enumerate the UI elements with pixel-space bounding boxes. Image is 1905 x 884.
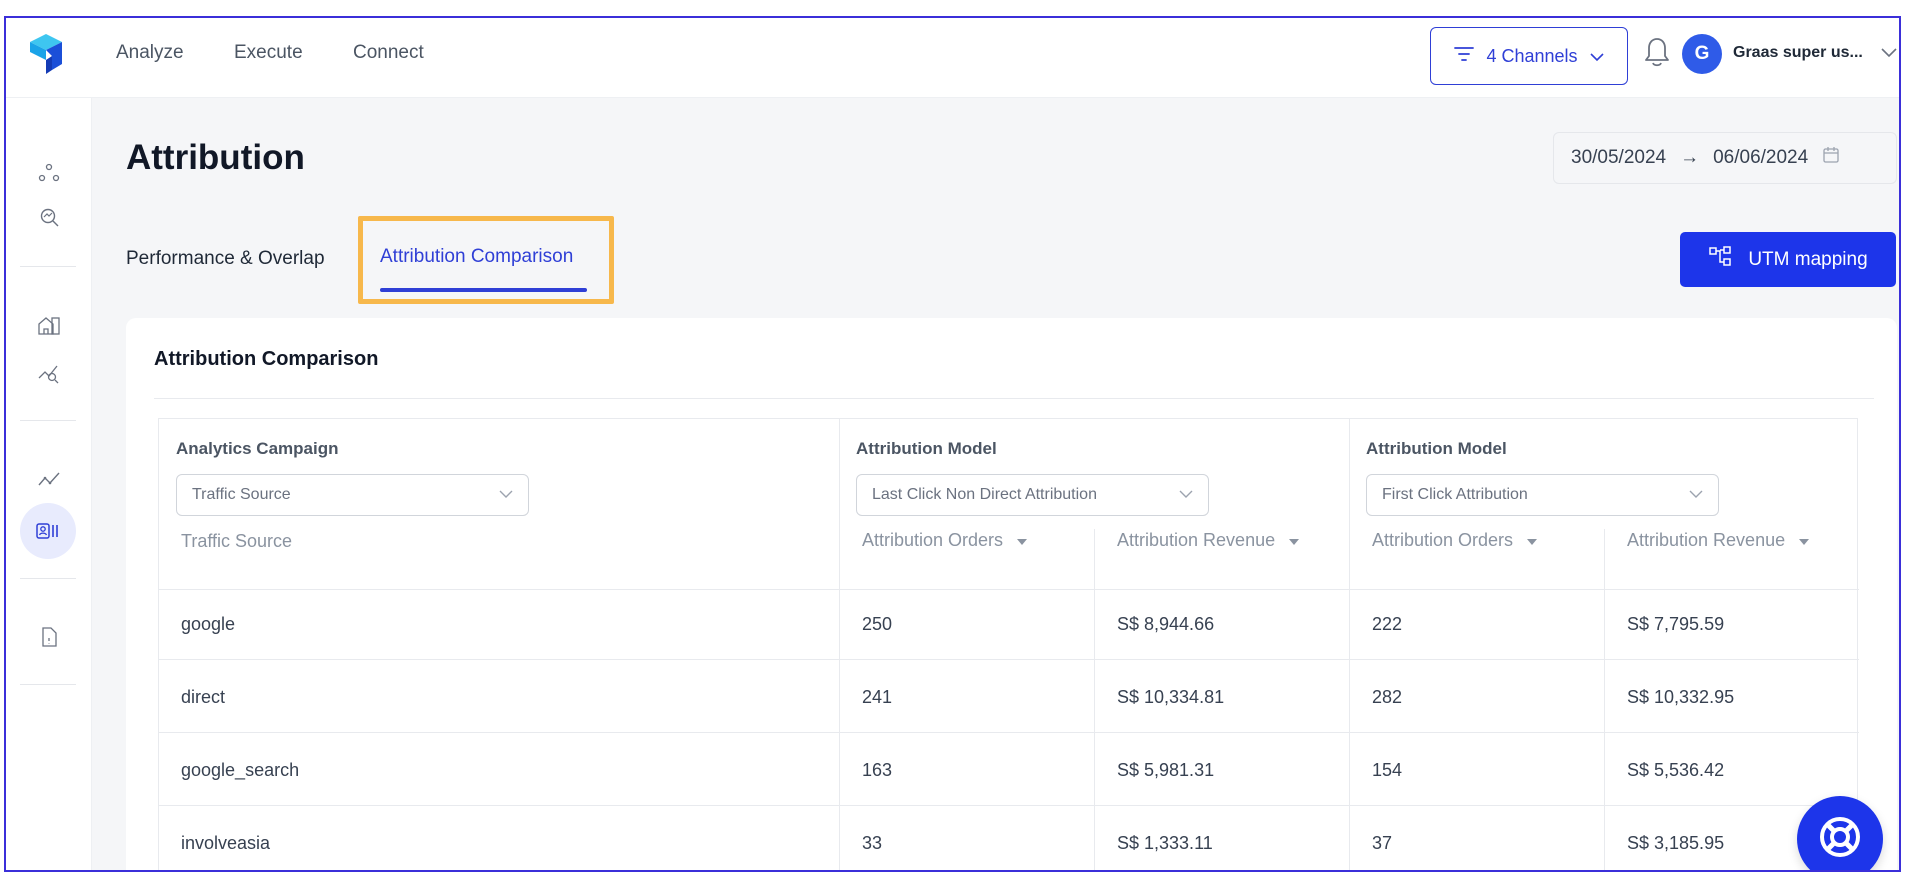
cell-orders-1: 250 (862, 614, 893, 634)
cell-orders-2: 282 (1372, 687, 1403, 707)
cell-revenue-2: S$ 3,185.95 (1627, 833, 1725, 853)
document-icon[interactable] (32, 620, 66, 654)
comparison-table: Analytics Campaign Attribution Model Att… (158, 418, 1859, 870)
user-name[interactable]: Graas super us... (1733, 44, 1875, 62)
cell-source: involveasia (181, 833, 271, 853)
top-nav: Analyze Execute Connect 4 Channels G Gra… (6, 18, 1899, 98)
card-divider (154, 398, 1874, 399)
column-separator (1094, 529, 1095, 870)
campaign-select[interactable]: Traffic Source (176, 474, 529, 516)
nav-connect[interactable]: Connect (353, 42, 424, 64)
cell-orders-1: 241 (862, 687, 893, 707)
nav-execute[interactable]: Execute (234, 42, 303, 64)
help-lifebuoy-button[interactable] (1797, 796, 1883, 870)
tab-attribution-comparison[interactable]: Attribution Comparison (380, 246, 573, 268)
model-1-select-value: Last Click Non Direct Attribution (872, 486, 1097, 503)
header-traffic-source: Traffic Source (181, 531, 293, 551)
header-orders-1-label: Attribution Orders (862, 530, 1004, 550)
cell-orders-2: 154 (1372, 760, 1403, 780)
trend-search-icon[interactable] (32, 356, 66, 390)
nav-analyze[interactable]: Analyze (116, 42, 184, 64)
utm-mapping-button[interactable]: UTM mapping (1680, 232, 1896, 287)
card-title: Attribution Comparison (154, 348, 379, 370)
date-to: 06/06/2024 (1713, 147, 1809, 168)
tab-performance-overlap[interactable]: Performance & Overlap (126, 248, 325, 270)
cell-orders-2: 222 (1372, 614, 1403, 634)
sort-caret-icon (1289, 530, 1300, 551)
header-revenue-1[interactable]: Attribution Revenue (1117, 530, 1300, 551)
cell-revenue-1: S$ 8,944.66 (1117, 614, 1215, 634)
calendar-icon (1822, 146, 1840, 170)
cell-source: google (181, 614, 236, 634)
sidebar (6, 98, 92, 870)
cell-revenue-2: S$ 5,536.42 (1627, 760, 1725, 780)
model-2-select[interactable]: First Click Attribution (1366, 474, 1719, 516)
row-divider (159, 805, 1859, 806)
cell-source: google_search (181, 760, 300, 780)
channels-filter-button[interactable]: 4 Channels (1430, 27, 1628, 85)
header-revenue-2[interactable]: Attribution Revenue (1627, 530, 1810, 551)
sort-caret-icon (1017, 530, 1028, 551)
channels-label: 4 Channels (1486, 45, 1578, 66)
chevron-down-icon (1178, 486, 1194, 507)
cell-source: direct (181, 687, 226, 707)
sort-caret-icon (1799, 530, 1810, 551)
bell-icon[interactable] (1642, 36, 1672, 70)
avatar[interactable]: G (1682, 34, 1722, 74)
header-orders-1[interactable]: Attribution Orders (862, 530, 1028, 551)
row-divider (159, 732, 1859, 733)
hierarchy-icon (1708, 245, 1734, 275)
date-from: 30/05/2024 (1571, 147, 1667, 168)
app-logo[interactable] (26, 32, 66, 74)
column-separator (1604, 529, 1605, 870)
attribution-icon[interactable] (20, 503, 76, 559)
attribution-comparison-card: Attribution Comparison Analytics Campaig… (126, 318, 1897, 870)
model-1-group-label: Attribution Model (856, 439, 997, 458)
header-revenue-2-label: Attribution Revenue (1627, 530, 1786, 550)
cell-revenue-1: S$ 5,981.31 (1117, 760, 1215, 780)
model-2-select-value: First Click Attribution (1382, 486, 1528, 503)
sidebar-divider (20, 684, 76, 685)
campaign-select-value: Traffic Source (192, 486, 291, 503)
cell-revenue-2: S$ 10,332.95 (1627, 687, 1735, 707)
chevron-down-icon (498, 486, 514, 507)
chevron-down-icon[interactable] (1880, 42, 1898, 62)
app-frame: Analyze Execute Connect 4 Channels G Gra… (4, 16, 1901, 872)
row-divider (159, 589, 1859, 590)
model-1-select[interactable]: Last Click Non Direct Attribution (856, 474, 1209, 516)
sidebar-divider (20, 420, 76, 421)
sidebar-divider (20, 266, 76, 267)
header-orders-2-label: Attribution Orders (1372, 530, 1514, 550)
model-2-group-label: Attribution Model (1366, 439, 1507, 458)
sort-caret-icon (1527, 530, 1538, 551)
cell-revenue-2: S$ 7,795.59 (1627, 614, 1725, 634)
cell-orders-2: 37 (1372, 833, 1393, 853)
active-tab-indicator (380, 288, 587, 292)
utm-mapping-label: UTM mapping (1748, 248, 1868, 270)
cell-orders-1: 33 (862, 833, 883, 853)
chevron-down-icon (1589, 46, 1604, 67)
cell-orders-1: 163 (862, 760, 893, 780)
page-title: Attribution (126, 138, 305, 177)
line-chart-icon[interactable] (32, 462, 66, 496)
lifebuoy-icon (1816, 813, 1864, 866)
date-arrow: → (1680, 147, 1700, 168)
cell-revenue-1: S$ 1,333.11 (1117, 833, 1213, 853)
header-orders-2[interactable]: Attribution Orders (1372, 530, 1538, 551)
store-icon[interactable] (32, 308, 66, 342)
header-revenue-1-label: Attribution Revenue (1117, 530, 1276, 550)
campaign-group-label: Analytics Campaign (176, 439, 339, 458)
sidebar-divider (20, 578, 76, 579)
chevron-down-icon (1688, 486, 1704, 507)
search-analytics-icon[interactable] (32, 200, 66, 234)
date-range-picker[interactable]: 30/05/2024 → 06/06/2024 (1553, 132, 1897, 184)
nodes-icon[interactable] (32, 156, 66, 190)
filter-icon (1454, 46, 1475, 67)
row-divider (159, 659, 1859, 660)
cell-revenue-1: S$ 10,334.81 (1117, 687, 1225, 707)
